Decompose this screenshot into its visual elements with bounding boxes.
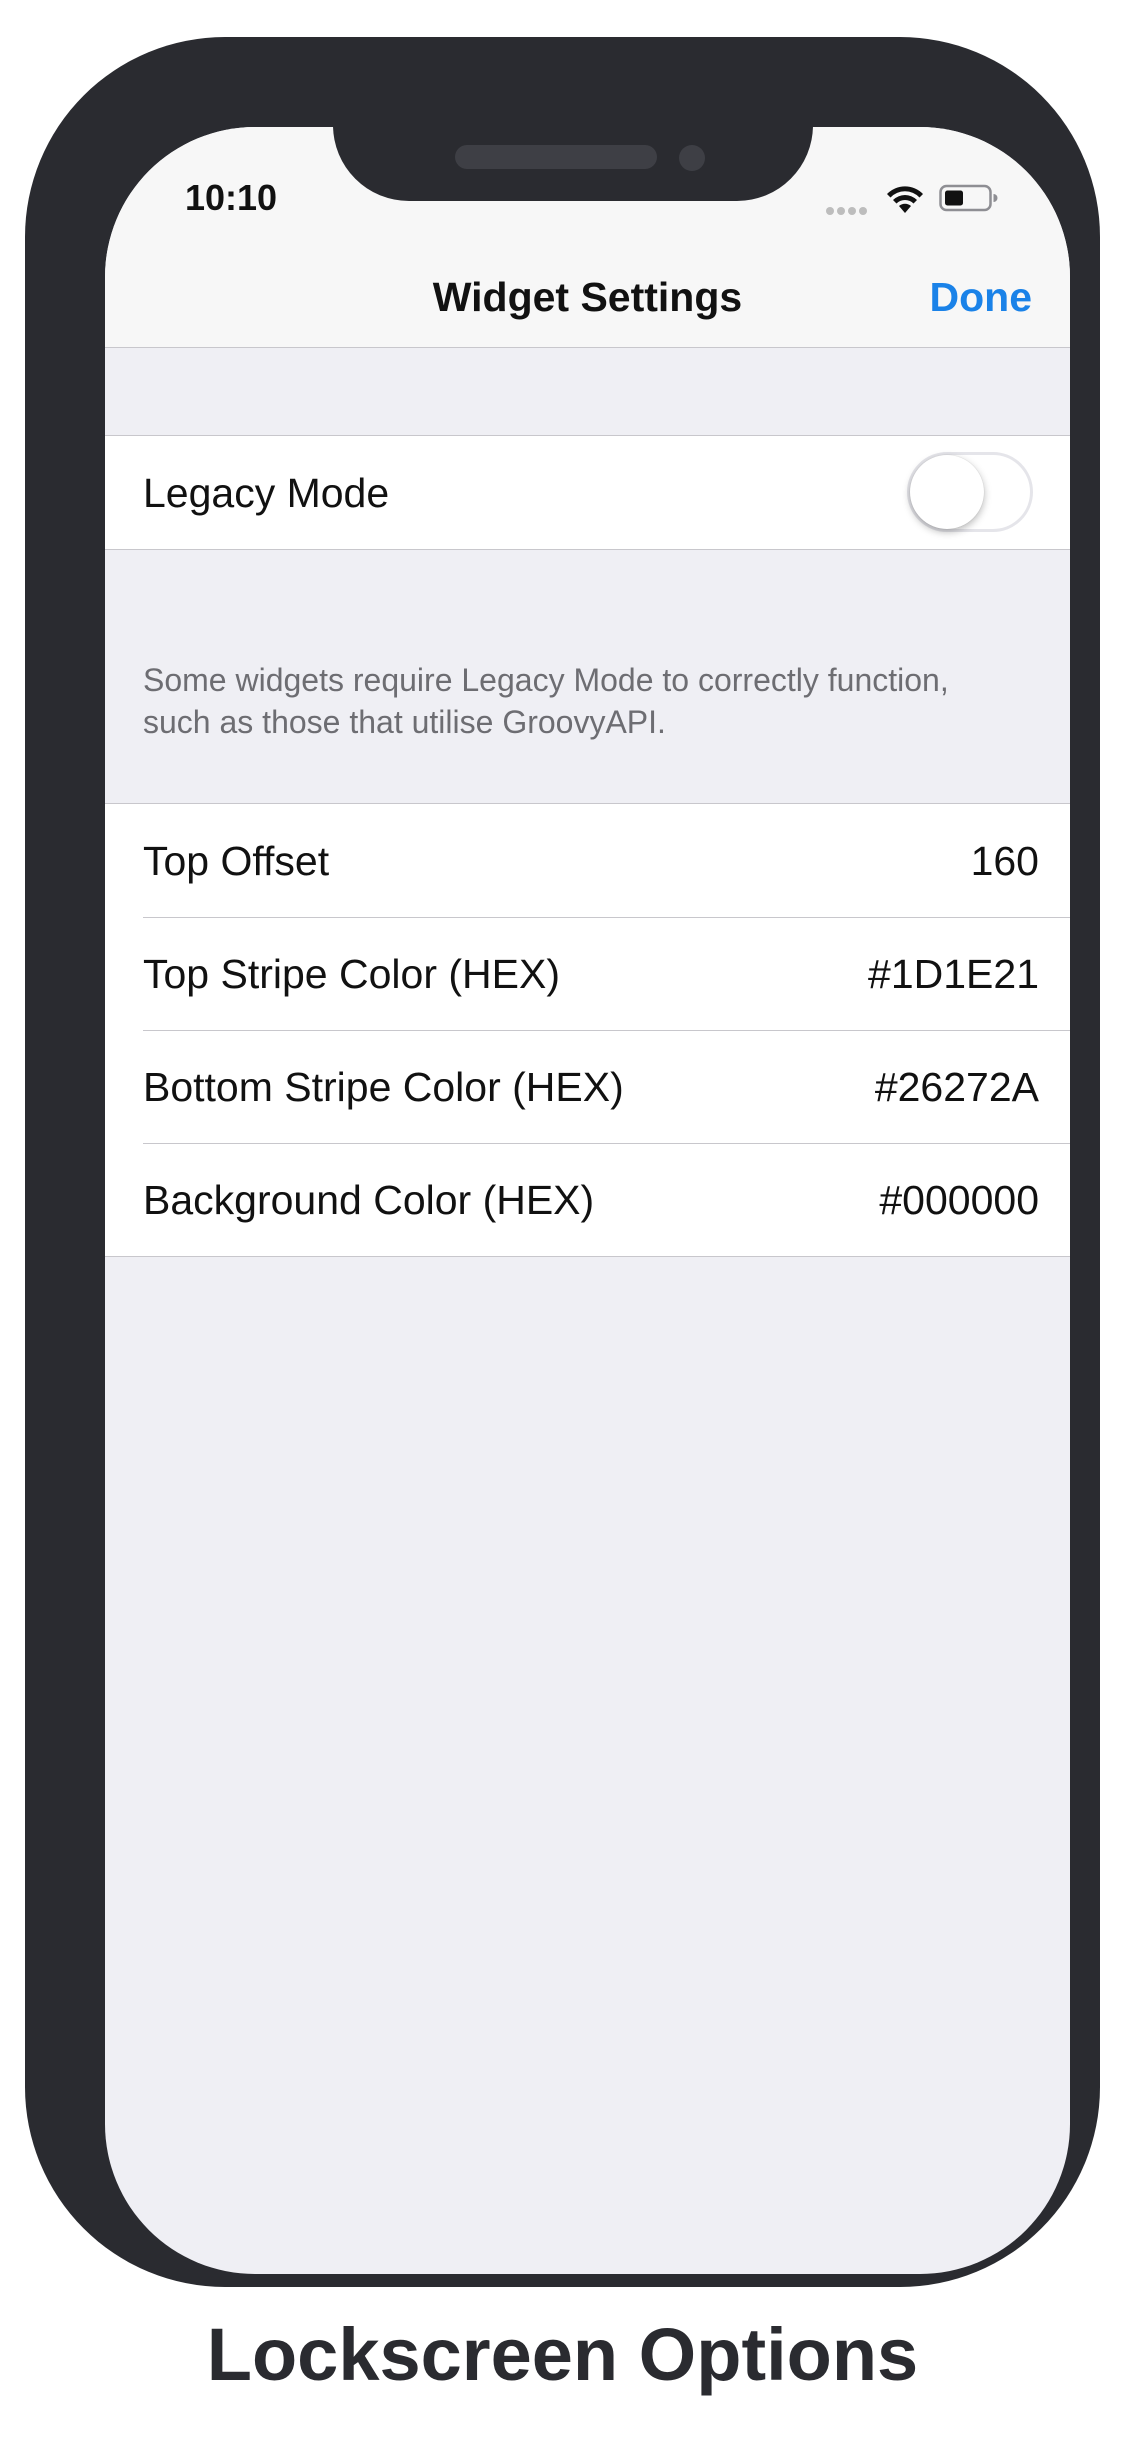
phone-screen: 10:10 Widget Settings Done Legacy Mode S…	[105, 127, 1070, 2274]
notch	[333, 127, 813, 201]
setting-row-top-offset[interactable]: Top Offset 160	[105, 804, 1070, 917]
status-time: 10:10	[185, 177, 278, 218]
speaker-grille	[455, 145, 657, 169]
setting-label: Top Offset	[143, 838, 330, 884]
done-button[interactable]: Done	[930, 274, 1033, 321]
legacy-mode-group: Legacy Mode	[105, 435, 1070, 550]
setting-row-top-stripe-color[interactable]: Top Stripe Color (HEX) #1D1E21	[105, 917, 1070, 1030]
front-camera	[679, 145, 705, 171]
legacy-mode-toggle[interactable]	[907, 452, 1033, 532]
setting-label: Bottom Stripe Color (HEX)	[143, 1064, 624, 1110]
setting-row-background-color[interactable]: Background Color (HEX) #000000	[105, 1143, 1070, 1256]
setting-value[interactable]: 160	[971, 838, 1039, 885]
setting-value[interactable]: #000000	[879, 1177, 1039, 1224]
setting-label: Background Color (HEX)	[143, 1177, 595, 1223]
legacy-mode-footer: Some widgets require Legacy Mode to corr…	[143, 662, 949, 740]
signal-icon	[826, 202, 870, 215]
phone-frame: 10:10 Widget Settings Done Legacy Mode S…	[25, 37, 1100, 2287]
settings-group: Top Offset 160 Top Stripe Color (HEX) #1…	[105, 803, 1070, 1257]
setting-row-bottom-stripe-color[interactable]: Bottom Stripe Color (HEX) #26272A	[105, 1030, 1070, 1143]
battery-icon	[939, 184, 998, 212]
wifi-icon	[887, 186, 923, 213]
legacy-mode-label: Legacy Mode	[143, 470, 390, 516]
setting-label: Top Stripe Color (HEX)	[143, 951, 560, 997]
setting-value[interactable]: #26272A	[875, 1064, 1039, 1111]
toggle-knob	[910, 455, 984, 529]
navigation-bar: Widget Settings Done	[105, 247, 1070, 348]
setting-value[interactable]: #1D1E21	[868, 951, 1039, 998]
legacy-mode-row: Legacy Mode	[105, 436, 1070, 549]
caption: Lockscreen Options	[206, 2313, 919, 2396]
page-title: Widget Settings	[432, 274, 743, 320]
